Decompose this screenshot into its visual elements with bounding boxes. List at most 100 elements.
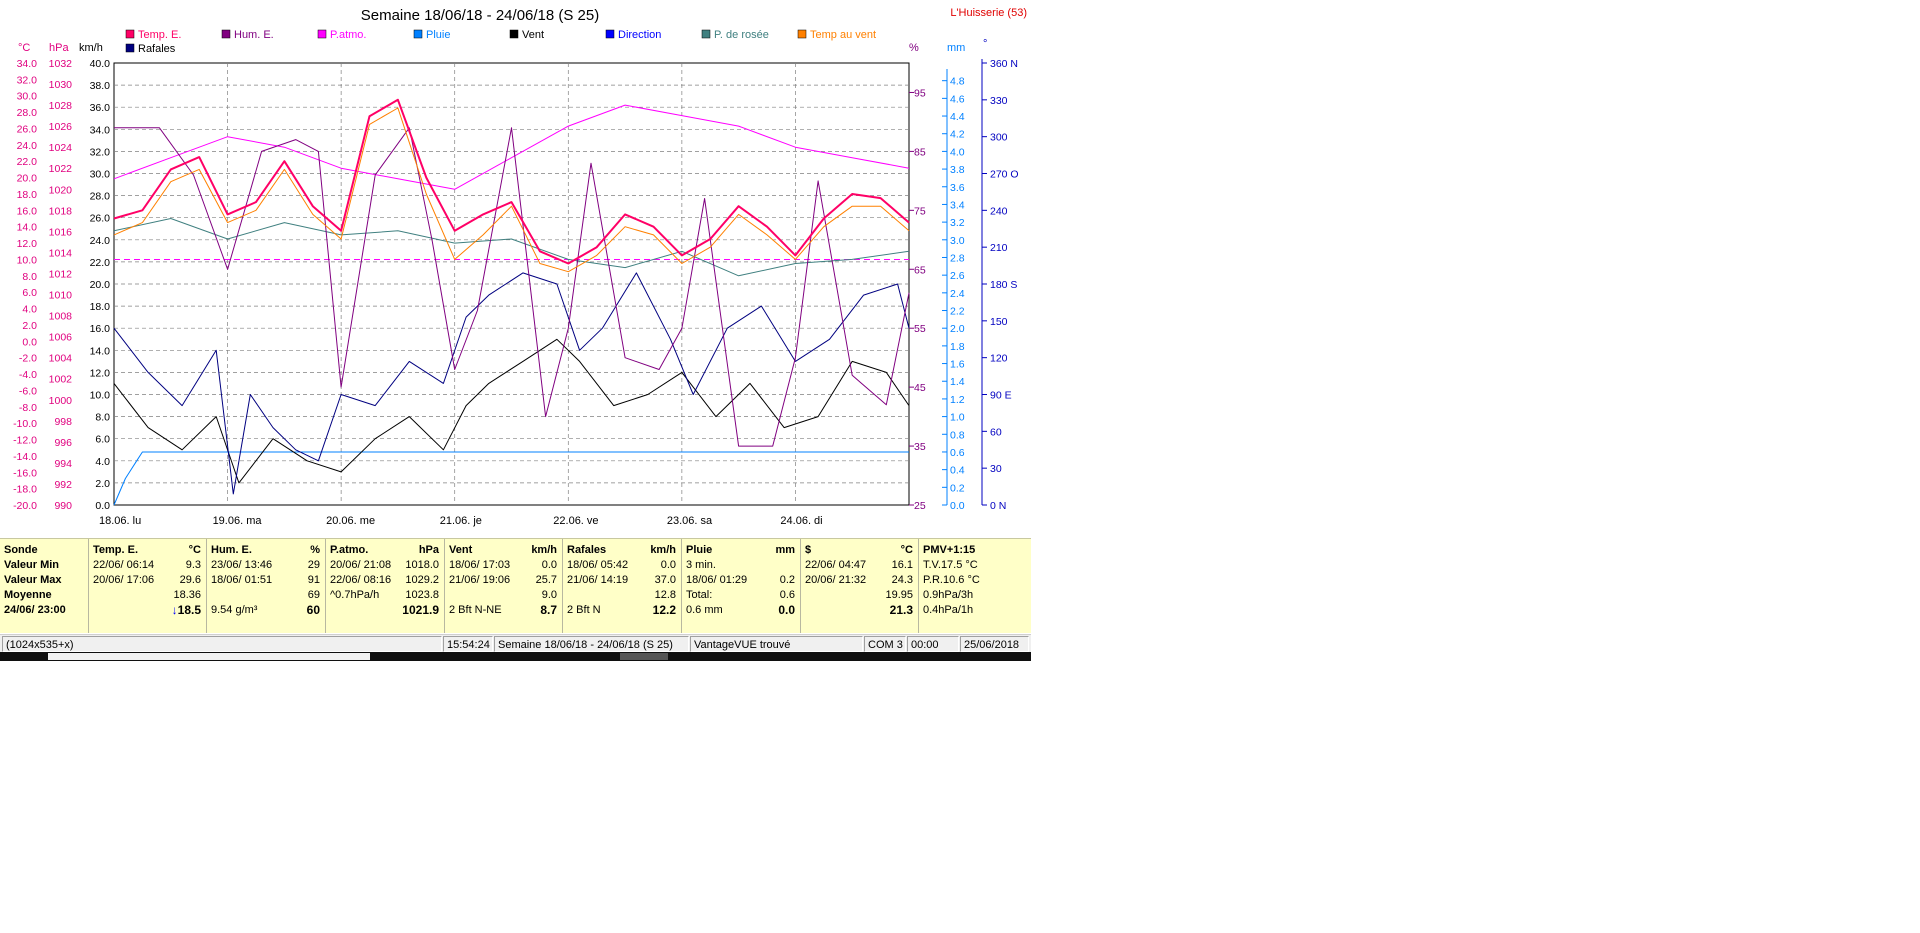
legend-swatch-7 xyxy=(797,29,807,39)
tick-wind: 12.0 xyxy=(90,367,111,379)
summary-col-temp: Temp. E. °C 22/06/ 06:14 9.3 20/06/ 17:06 2… xyxy=(89,539,207,633)
tick-rain: 2.6 xyxy=(950,270,965,282)
tick-rain: 1.6 xyxy=(950,359,965,371)
status-bar: (1024x535+x) 15:54:24 Semaine 18/06/18 -… xyxy=(0,634,1031,653)
hum-min-date: 23/06/ 13:46 xyxy=(211,559,273,571)
wind-min-value: 0.0 xyxy=(541,559,557,571)
pmv-trend-3h: 0.9hPa/3h xyxy=(923,589,974,601)
station-name: L'Huisserie (53) xyxy=(950,7,1027,19)
hum-unit: % xyxy=(310,544,320,556)
tick-wind: 28.0 xyxy=(90,191,111,203)
temp-unit: °C xyxy=(188,544,201,556)
tick-rain: 0.0 xyxy=(950,500,965,512)
weather-app-window: Semaine 18/06/18 - 24/06/18 (S 25) L'Hui… xyxy=(0,0,1031,663)
tick-temp: 34.0 xyxy=(17,58,38,70)
pmv-trend-1h: 0.4hPa/1h xyxy=(923,604,974,616)
hum-min-value: 29 xyxy=(307,559,320,571)
summary-panel: Sonde Valeur Min Valeur Max Moyenne 24/0… xyxy=(0,538,1031,633)
scroll-marker xyxy=(620,653,668,660)
temp-max-value: 29.6 xyxy=(179,574,201,586)
tick-rain: 4.0 xyxy=(950,146,965,158)
tick-temp: 20.0 xyxy=(17,173,38,185)
press-min-value: 1018.0 xyxy=(405,559,439,571)
tick-pressure: 994 xyxy=(54,458,72,470)
hum-average: 69 xyxy=(307,589,320,601)
tick-temp: -6.0 xyxy=(19,385,37,397)
tick-pressure: 1020 xyxy=(49,184,73,196)
status-date: 25/06/2018 xyxy=(960,636,1029,652)
scroll-thumb[interactable] xyxy=(48,653,370,660)
hum-max-value: 91 xyxy=(307,574,320,586)
tick-direction: 240 xyxy=(990,205,1008,217)
tick-rain: 2.0 xyxy=(950,323,965,335)
legend-label-3: Pluie xyxy=(426,29,450,41)
legend-swatch-1 xyxy=(221,29,231,39)
legend-label-8: Rafales xyxy=(138,43,176,55)
temp-min-value: 9.3 xyxy=(185,559,201,571)
pmv-dew-point: P.R.10.6 °C xyxy=(923,574,980,586)
tick-wind: 2.0 xyxy=(95,478,110,490)
summary-col-sonde: Sonde Valeur Min Valeur Max Moyenne 24/0… xyxy=(0,539,89,633)
tick-rain: 1.8 xyxy=(950,341,965,353)
sonde-row-max: Valeur Max xyxy=(4,574,62,586)
wind-beaufort: 2 Bft N-NE xyxy=(449,604,502,616)
tick-rain: 3.2 xyxy=(950,217,965,229)
status-time: 15:54:24 xyxy=(443,636,493,652)
tick-wind: 20.0 xyxy=(90,279,111,291)
tick-direction: 210 xyxy=(990,242,1008,254)
gust-min-value: 0.0 xyxy=(660,559,676,571)
wind-min-date: 18/06/ 17:03 xyxy=(449,559,511,571)
tick-pressure: 1002 xyxy=(49,374,73,386)
unit-pressure: hPa xyxy=(49,42,69,54)
tick-pressure: 1006 xyxy=(49,332,73,344)
gust-max-value: 37.0 xyxy=(654,574,676,586)
tick-rain: 3.6 xyxy=(950,182,965,194)
rain-total-label: Total: xyxy=(686,589,713,601)
status-clock: 00:00 xyxy=(907,636,959,652)
hum-max-date: 18/06/ 01:51 xyxy=(211,574,273,586)
scroll-strip[interactable] xyxy=(0,652,1031,661)
gust-unit: km/h xyxy=(650,544,676,556)
legend-swatch-3 xyxy=(413,29,423,39)
rain-unit: mm xyxy=(775,544,795,556)
wind-max-value: 25.7 xyxy=(535,574,557,586)
wind-unit: km/h xyxy=(531,544,557,556)
tick-wind: 38.0 xyxy=(90,80,111,92)
tick-rain: 1.2 xyxy=(950,394,965,406)
tick-wind: 0.0 xyxy=(95,500,110,512)
tick-rain: 3.8 xyxy=(950,164,965,176)
s-average: 19.95 xyxy=(885,589,913,601)
hum-current: 60 xyxy=(306,603,320,617)
tick-rain: 3.4 xyxy=(950,199,965,211)
tick-rain: 3.0 xyxy=(950,235,965,247)
summary-col-pressure: P.atmo. hPa 20/06/ 21:08 1018.0 22/06/ 08:… xyxy=(326,539,445,633)
tick-temp: 14.0 xyxy=(17,222,38,234)
summary-col-humidity: Hum. E.% 23/06/ 13:46 29 18/06/ 01:51 91 6… xyxy=(207,539,326,633)
tick-temp: 10.0 xyxy=(17,254,38,266)
wind-current: 8.7 xyxy=(540,603,557,617)
unit-direction: ° xyxy=(983,38,987,50)
tick-temp: 12.0 xyxy=(17,238,38,250)
tick-rain: 4.6 xyxy=(950,93,965,105)
tick-pressure: 1018 xyxy=(49,205,73,217)
temp-max-date: 20/06/ 17:06 xyxy=(93,574,155,586)
tick-rain: 0.4 xyxy=(950,465,965,477)
tick-pressure: 1022 xyxy=(49,163,73,175)
legend-swatch-2 xyxy=(317,29,327,39)
tick-pressure: 996 xyxy=(54,437,72,449)
press-average: 1023.8 xyxy=(405,589,439,601)
tick-pressure: 1000 xyxy=(49,395,73,407)
press-min-date: 20/06/ 21:08 xyxy=(330,559,392,571)
tick-humidity: 25 xyxy=(914,500,926,512)
tick-rain: 1.0 xyxy=(950,412,965,424)
gust-current: 12.2 xyxy=(652,603,676,617)
legend-swatch-4 xyxy=(509,29,519,39)
tick-direction: 0 N xyxy=(990,500,1006,512)
tick-direction: 300 xyxy=(990,132,1008,144)
tick-rain: 0.2 xyxy=(950,482,965,494)
tick-temp: -18.0 xyxy=(13,484,37,496)
unit-rain: mm xyxy=(947,42,965,54)
tick-pressure: 1026 xyxy=(49,121,73,133)
hum-absolute: 9.54 g/m³ xyxy=(211,604,258,616)
temp-current: 18.5 xyxy=(177,603,201,617)
